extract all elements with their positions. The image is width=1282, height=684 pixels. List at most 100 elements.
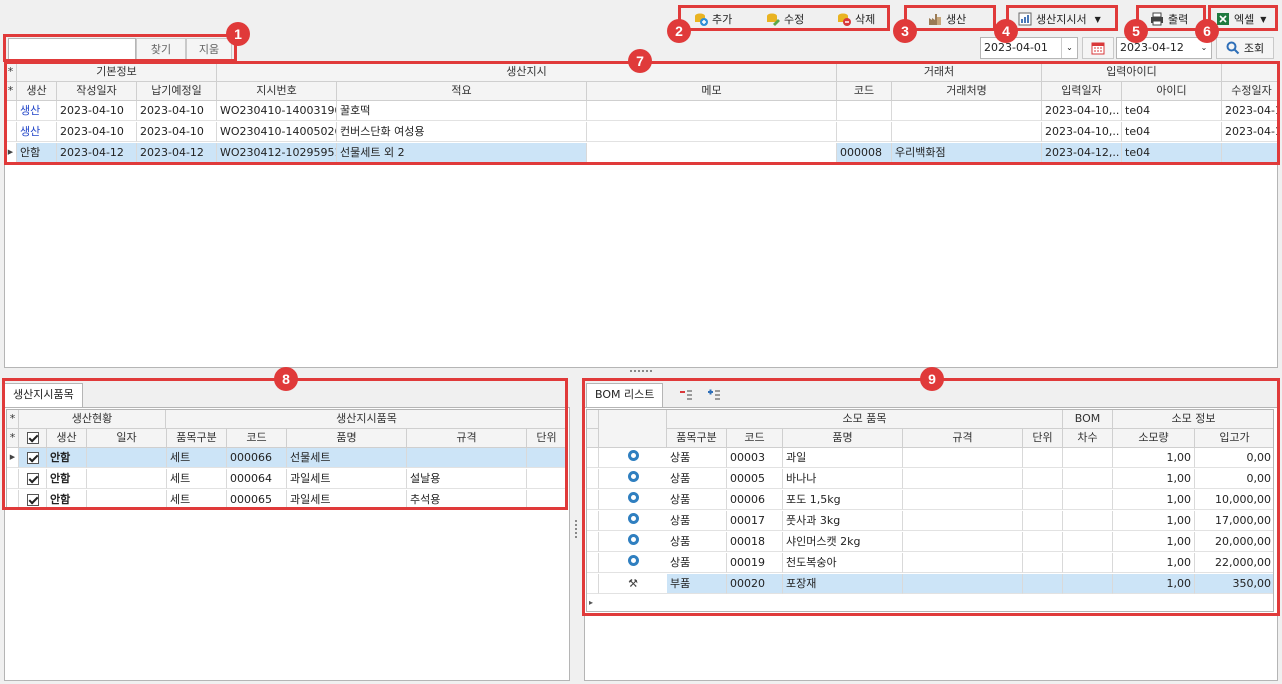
table-cell[interactable] (903, 574, 1023, 594)
table-cell[interactable]: 컨버스단화 여성용 (337, 122, 587, 142)
table-cell[interactable]: 상품 (667, 490, 727, 510)
row-checkbox[interactable] (19, 448, 47, 468)
table-cell[interactable]: 1,00 (1113, 574, 1195, 594)
row-indicator[interactable] (587, 490, 599, 510)
table-cell[interactable]: 상품 (667, 511, 727, 531)
table-cell[interactable]: 포도 1,5kg (783, 490, 903, 510)
find-button[interactable]: 찾기 (136, 38, 186, 60)
row-indicator[interactable] (587, 511, 599, 531)
tree-node[interactable] (599, 469, 667, 489)
table-cell[interactable]: 000064 (227, 469, 287, 489)
table-cell[interactable]: 과일세트 (287, 490, 407, 507)
table-cell[interactable] (407, 448, 527, 468)
table-cell[interactable]: 000008 (837, 143, 892, 163)
produce-button[interactable]: 생산 (922, 8, 972, 30)
row-checkbox[interactable] (19, 469, 47, 489)
table-cell[interactable] (527, 490, 566, 507)
column-header[interactable]: 거래처명 (892, 82, 1042, 101)
table-cell[interactable]: 풋사과 3kg (783, 511, 903, 531)
table-cell[interactable] (903, 532, 1023, 552)
column-header[interactable]: 납기예정일 (137, 82, 217, 101)
table-cell[interactable]: 선물세트 외 2 (337, 143, 587, 163)
table-cell[interactable]: 샤인머스캣 2kg (783, 532, 903, 552)
column-header[interactable]: 품명 (783, 429, 903, 448)
table-cell[interactable]: 1,00 (1113, 490, 1195, 510)
table-cell[interactable]: 세트 (167, 490, 227, 507)
table-cell[interactable] (903, 469, 1023, 489)
table-cell[interactable] (903, 448, 1023, 468)
column-header[interactable]: 메모 (587, 82, 837, 101)
table-cell[interactable]: te04 (1122, 101, 1222, 121)
vertical-splitter[interactable] (575, 520, 578, 538)
column-header[interactable]: 코드 (727, 429, 783, 448)
table-cell[interactable] (837, 122, 892, 142)
edit-button[interactable]: 수정 (760, 8, 810, 30)
table-cell[interactable]: 00017 (727, 511, 783, 531)
row-indicator[interactable]: ▶ (7, 448, 19, 468)
table-cell[interactable]: 생산 (17, 101, 57, 121)
table-cell[interactable]: 20,000,00 (1195, 532, 1273, 552)
table-cell[interactable] (1023, 532, 1063, 552)
table-cell[interactable] (1222, 143, 1277, 163)
table-cell[interactable] (587, 143, 837, 163)
table-cell[interactable]: 세트 (167, 469, 227, 489)
table-cell[interactable]: 안함 (17, 143, 57, 163)
column-header[interactable]: 생산 (47, 429, 87, 448)
table-cell[interactable]: 생산 (17, 122, 57, 142)
excel-button[interactable]: 엑셀 ▼ (1210, 8, 1272, 30)
column-header[interactable]: 코드 (227, 429, 287, 448)
table-cell[interactable] (903, 490, 1023, 510)
table-cell[interactable]: 안함 (47, 490, 87, 507)
column-header[interactable]: 차수 (1063, 429, 1113, 448)
clear-button[interactable]: 지움 (186, 38, 232, 60)
tree-node[interactable] (599, 490, 667, 510)
table-cell[interactable]: 안함 (47, 448, 87, 468)
table-cell[interactable]: 00018 (727, 532, 783, 552)
table-cell[interactable]: 10,000,00 (1195, 490, 1273, 510)
table-cell[interactable]: 00020 (727, 574, 783, 594)
column-header[interactable]: 규격 (903, 429, 1023, 448)
column-header[interactable]: 품목구분 (667, 429, 727, 448)
table-cell[interactable]: 2023-04-10 (137, 122, 217, 142)
column-header[interactable]: 품명 (287, 429, 407, 448)
table-cell[interactable]: 천도복숭아 (783, 553, 903, 573)
table-cell[interactable] (1063, 490, 1113, 510)
table-cell[interactable]: 2023-04-1 (1222, 122, 1277, 142)
table-cell[interactable]: 1,00 (1113, 469, 1195, 489)
horizontal-splitter[interactable] (630, 370, 652, 374)
table-cell[interactable]: 2023-04-10 (137, 101, 217, 121)
table-cell[interactable]: 2023-04-10,.. (1042, 122, 1122, 142)
table-cell[interactable] (1023, 574, 1063, 594)
table-cell[interactable]: 0,00 (1195, 448, 1273, 468)
table-cell[interactable]: te04 (1122, 122, 1222, 142)
row-indicator[interactable] (587, 553, 599, 573)
table-cell[interactable] (587, 101, 837, 121)
table-cell[interactable]: 2023-04-10 (57, 122, 137, 142)
table-cell[interactable] (1063, 469, 1113, 489)
table-cell[interactable]: 22,000,00 (1195, 553, 1273, 573)
table-cell[interactable] (87, 490, 167, 507)
query-button[interactable]: 조회 (1216, 37, 1274, 59)
table-cell[interactable] (837, 101, 892, 121)
table-cell[interactable] (1063, 574, 1113, 594)
table-cell[interactable]: 1,00 (1113, 553, 1195, 573)
search-input[interactable] (8, 38, 136, 60)
column-header[interactable]: 규격 (407, 429, 527, 448)
collapse-all-button[interactable] (676, 384, 696, 406)
row-indicator[interactable]: ▶ (5, 143, 17, 163)
tab-bom-list[interactable]: BOM 리스트 (586, 383, 664, 407)
table-cell[interactable]: 2023-04-1 (1222, 101, 1277, 121)
table-cell[interactable] (527, 448, 566, 468)
table-cell[interactable]: 세트 (167, 448, 227, 468)
table-cell[interactable]: 00019 (727, 553, 783, 573)
table-cell[interactable]: 2023-04-12,.. (1042, 143, 1122, 163)
table-cell[interactable]: 과일 (783, 448, 903, 468)
table-cell[interactable]: 2023-04-10,.. (1042, 101, 1122, 121)
table-cell[interactable] (1023, 553, 1063, 573)
table-cell[interactable]: 00005 (727, 469, 783, 489)
row-indicator[interactable] (587, 532, 599, 552)
row-indicator[interactable] (587, 574, 599, 594)
tree-node[interactable] (599, 511, 667, 531)
table-cell[interactable] (1063, 553, 1113, 573)
table-cell[interactable] (1063, 532, 1113, 552)
